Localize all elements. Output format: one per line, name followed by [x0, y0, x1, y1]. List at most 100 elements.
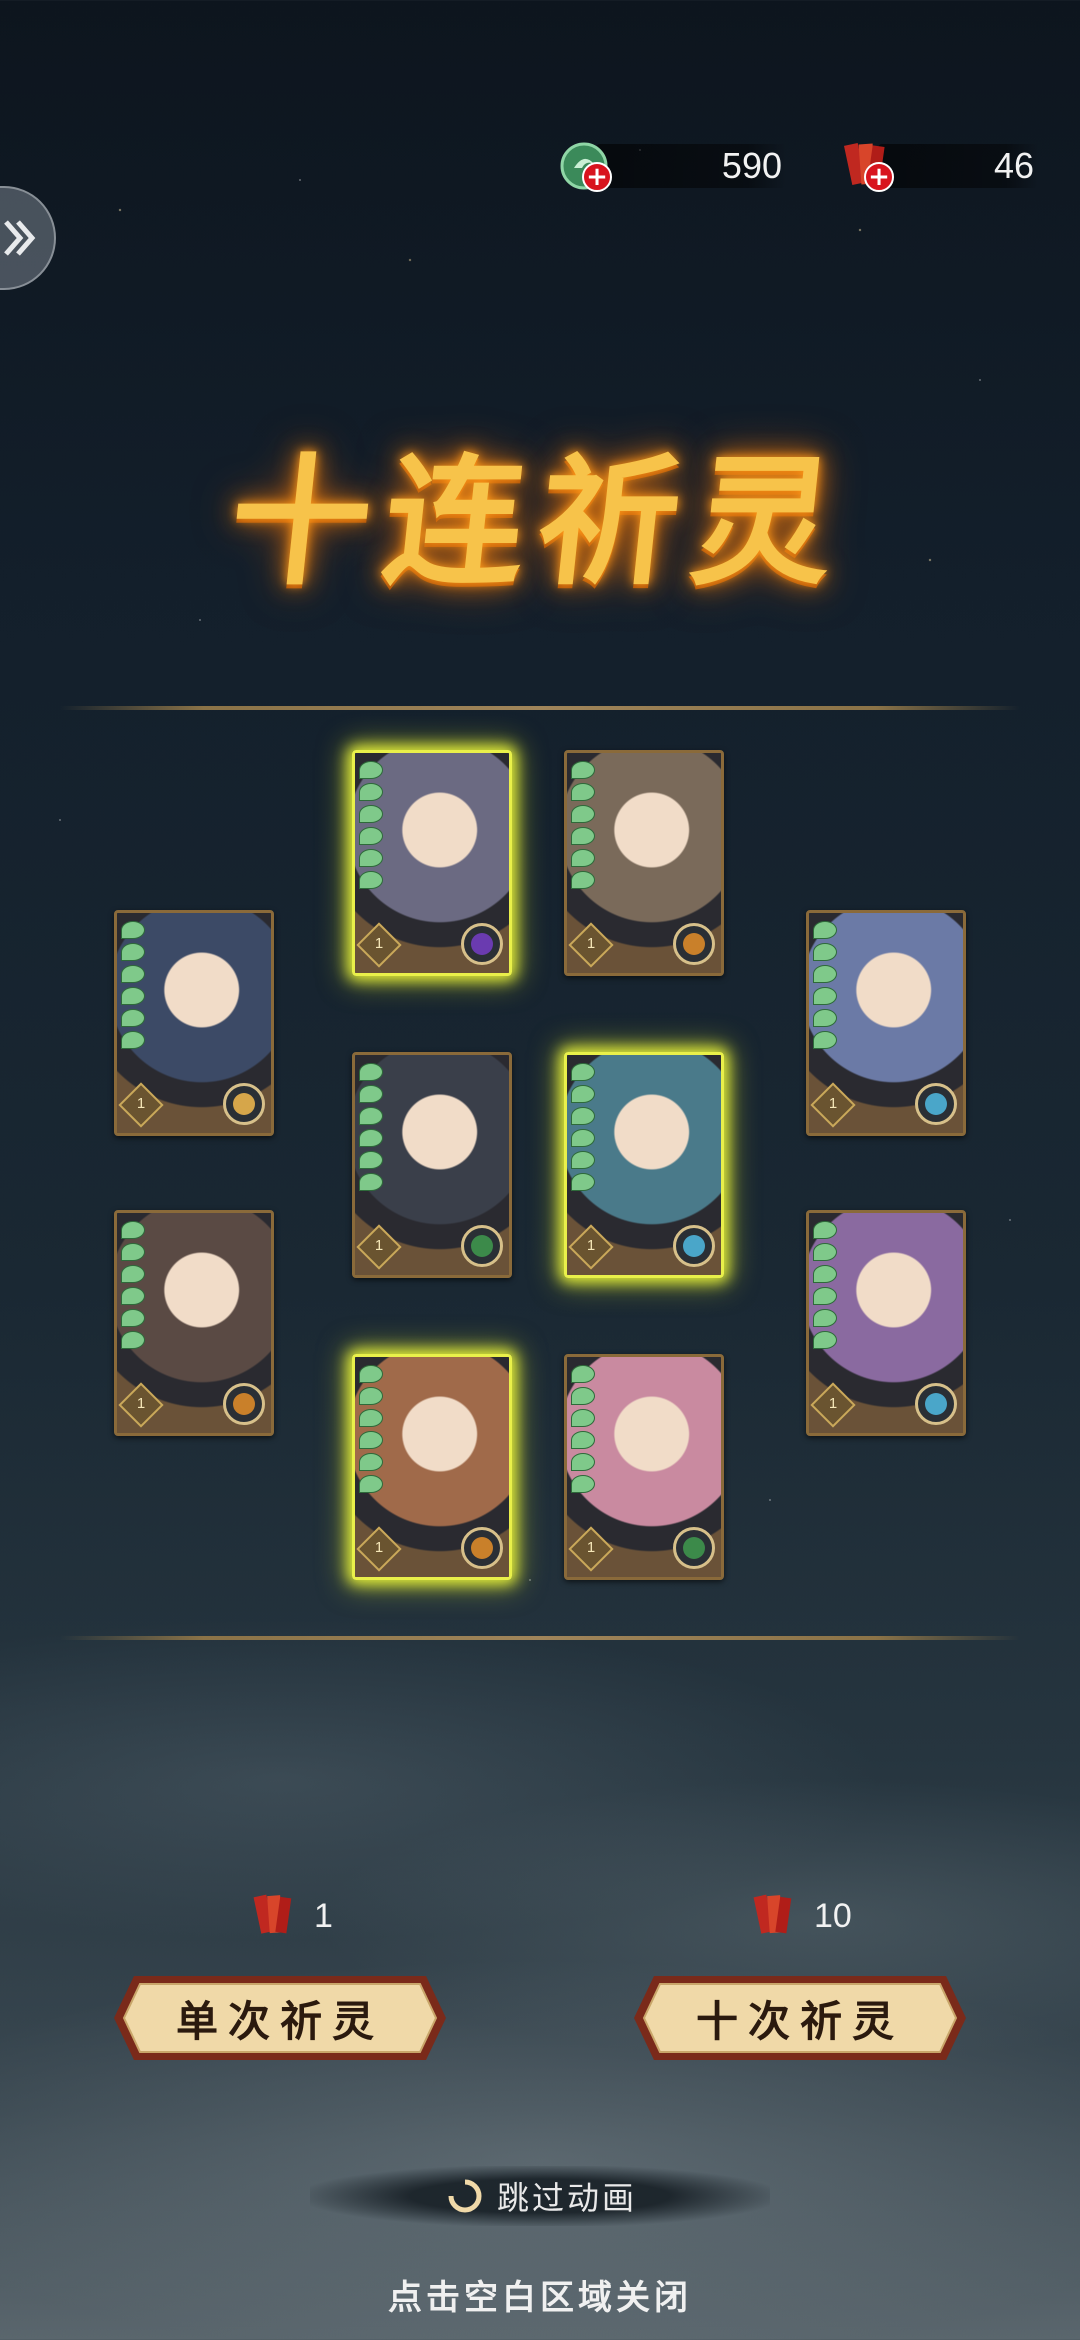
star-icon	[571, 1409, 595, 1427]
level-value: 1	[586, 935, 596, 952]
top-divider	[60, 706, 1020, 710]
star-icon	[571, 1063, 595, 1081]
water-element-icon	[673, 1225, 715, 1267]
star-icon	[121, 943, 145, 961]
close-hint: 点击空白区域关闭	[388, 2278, 692, 2318]
star-icon	[359, 1107, 383, 1125]
star-icon	[571, 783, 595, 801]
star-icon	[813, 965, 837, 983]
star-icon	[571, 1173, 595, 1191]
star-icon	[121, 1221, 145, 1239]
single-summon-cost: 1	[248, 1890, 333, 1942]
back-button[interactable]	[0, 186, 56, 290]
single-summon-cost-value: 1	[314, 1896, 333, 1935]
star-icon	[571, 827, 595, 845]
level-value: 1	[374, 935, 384, 952]
hero-card-dragon-horn-sage[interactable]: 1	[564, 1052, 724, 1278]
wind-element-icon	[461, 1225, 503, 1267]
bottom-divider	[60, 1636, 1020, 1640]
water-element-icon	[915, 1083, 957, 1125]
moon-element-icon	[461, 923, 503, 965]
mountain-element-icon	[673, 923, 715, 965]
wind-element-icon	[673, 1527, 715, 1569]
ten-summon-cost-value: 10	[814, 1896, 852, 1935]
star-rating	[571, 1063, 595, 1191]
page-title: 十连祈灵	[222, 441, 856, 605]
star-icon	[359, 1431, 383, 1449]
mist-background	[0, 1600, 1080, 2340]
star-icon	[121, 1287, 145, 1305]
star-icon	[359, 1453, 383, 1471]
single-summon-button[interactable]: 单次祈灵	[112, 1972, 448, 2064]
hero-card-beast-boar[interactable]: 1	[564, 750, 724, 976]
currency-jade[interactable]: + 590	[556, 138, 786, 194]
star-icon	[571, 1365, 595, 1383]
star-icon	[121, 1243, 145, 1261]
star-icon	[571, 1107, 595, 1125]
star-icon	[121, 1031, 145, 1049]
hero-card-pink-flower-girl[interactable]: 1	[564, 1354, 724, 1580]
star-icon	[813, 1265, 837, 1283]
star-icon	[813, 1331, 837, 1349]
star-icon	[359, 871, 383, 889]
level-value: 1	[374, 1539, 384, 1556]
star-icon	[121, 921, 145, 939]
summon-ticket-icon	[253, 1894, 292, 1934]
jade-coin-icon: +	[556, 138, 612, 194]
star-icon	[121, 987, 145, 1005]
add-jade-icon[interactable]: +	[582, 162, 612, 192]
star-rating	[813, 1221, 837, 1349]
star-icon	[359, 1387, 383, 1405]
skip-animation-button[interactable]: 跳过动画	[310, 2166, 770, 2226]
ten-summon-cost: 10	[748, 1890, 852, 1942]
star-icon	[571, 1151, 595, 1169]
star-icon	[813, 921, 837, 939]
star-rating	[121, 1221, 145, 1349]
star-icon	[571, 805, 595, 823]
star-icon	[571, 1387, 595, 1405]
star-rating	[359, 761, 383, 889]
star-icon	[121, 965, 145, 983]
star-rating	[359, 1063, 383, 1191]
star-icon	[571, 1453, 595, 1471]
hero-card-dark-skin-girl[interactable]: 1	[114, 1210, 274, 1436]
ticket-count: 46	[993, 145, 1034, 186]
level-value: 1	[374, 1237, 384, 1254]
currency-ticket[interactable]: + 46	[838, 138, 1038, 194]
mountain-element-icon	[223, 1383, 265, 1425]
ten-summon-button[interactable]: 十次祈灵	[632, 1972, 968, 2064]
star-icon	[359, 827, 383, 845]
water-element-icon	[915, 1383, 957, 1425]
star-icon	[813, 943, 837, 961]
hero-card-octopus-hat-girl[interactable]: 1	[806, 1210, 966, 1436]
star-icon	[813, 987, 837, 1005]
ten-summon-label: 十次祈灵	[695, 1996, 904, 2046]
hero-card-blue-cloud-spirit[interactable]: 1	[806, 910, 966, 1136]
star-icon	[571, 761, 595, 779]
star-icon	[359, 1409, 383, 1427]
star-rating	[359, 1365, 383, 1493]
double-chevron-icon	[4, 220, 36, 256]
star-icon	[571, 1431, 595, 1449]
star-icon	[359, 805, 383, 823]
level-value: 1	[828, 1095, 838, 1112]
hero-card-silver-hair-mage[interactable]: 1	[352, 750, 512, 976]
add-ticket-icon[interactable]: +	[864, 162, 894, 192]
star-icon	[359, 1129, 383, 1147]
star-icon	[359, 849, 383, 867]
star-icon	[121, 1309, 145, 1327]
star-icon	[359, 761, 383, 779]
mountain-element-icon	[461, 1527, 503, 1569]
star-icon	[813, 1009, 837, 1027]
hero-card-blue-hair-swordsman[interactable]: 1	[114, 910, 274, 1136]
star-icon	[813, 1287, 837, 1305]
star-rating	[813, 921, 837, 1049]
hero-card-fox-ear-boy[interactable]: 1	[352, 1354, 512, 1580]
star-icon	[813, 1309, 837, 1327]
star-icon	[571, 849, 595, 867]
star-icon	[813, 1243, 837, 1261]
star-icon	[571, 1475, 595, 1493]
star-rating	[571, 761, 595, 889]
loading-ring-icon	[448, 2179, 482, 2213]
hero-card-hooded-rabbit[interactable]: 1	[352, 1052, 512, 1278]
